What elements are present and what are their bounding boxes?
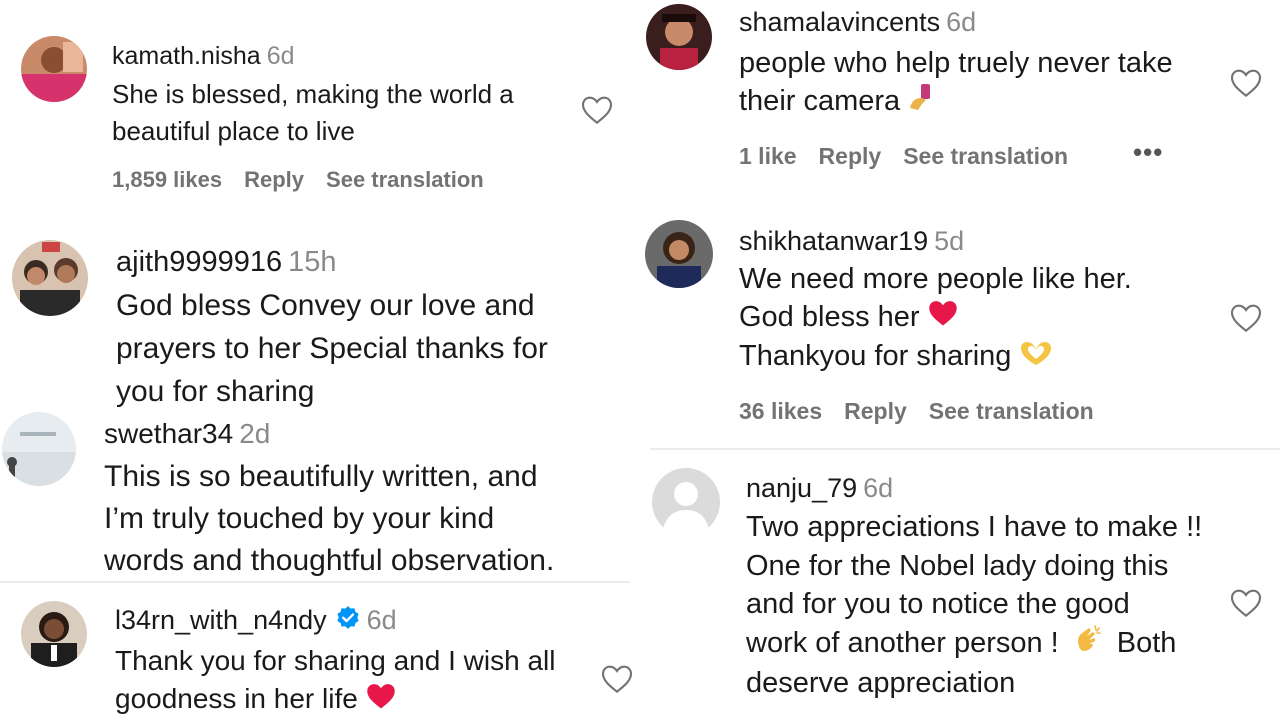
timestamp: 6d <box>863 473 894 503</box>
avatar[interactable] <box>652 468 720 536</box>
timestamp: 6d <box>946 7 977 37</box>
comment-line: Both <box>1116 626 1177 659</box>
comment-text: She is blessed, making the world a beaut… <box>112 76 514 150</box>
likes-count[interactable]: 1 like <box>739 143 797 169</box>
comment-header: ajith9999916 15h <box>116 246 337 279</box>
comment-meta: 1 like Reply See translation <box>739 143 1090 170</box>
username[interactable]: ajith9999916 <box>116 246 282 278</box>
comment-line: prayers to her Special thanks for <box>116 332 548 365</box>
comment-line: One for the Nobel lady doing this <box>746 549 1169 582</box>
heart-icon[interactable] <box>1230 68 1262 98</box>
comment-line: deserve appreciation <box>746 667 1016 700</box>
reply-button[interactable]: Reply <box>819 143 882 169</box>
heart-icon[interactable] <box>1230 588 1262 618</box>
timestamp: 6d <box>366 605 397 635</box>
comment-header: kamath.nisha 6d <box>112 42 295 71</box>
username[interactable]: l34rn_with_n4ndy <box>115 605 327 635</box>
see-translation-link[interactable]: See translation <box>929 398 1094 424</box>
comment-text: people who help truely never take their … <box>739 44 1173 122</box>
comment-text: We need more people like her. God bless … <box>739 260 1132 377</box>
comment-line: We need more people like her. <box>739 263 1132 295</box>
heart-icon[interactable] <box>581 95 613 125</box>
comment-line: and for you to notice the good <box>746 588 1130 620</box>
red-heart-emoji <box>366 682 396 720</box>
comment-line: goodness in her life <box>115 683 358 714</box>
red-heart-emoji <box>928 299 958 337</box>
comment-text: Two appreciations I have to make !! One … <box>746 508 1202 703</box>
comment-meta: 36 likes Reply See translation <box>739 398 1116 425</box>
comment-text: God bless Convey our love and prayers to… <box>116 284 548 413</box>
comment-line: you for sharing <box>116 375 315 408</box>
see-translation-link[interactable]: See translation <box>903 143 1068 169</box>
comment-text: This is so beautifully written, and I’m … <box>104 456 554 582</box>
avatar[interactable] <box>12 240 88 316</box>
reply-button[interactable]: Reply <box>244 167 304 192</box>
username[interactable]: shikhatanwar19 <box>739 226 928 256</box>
comment-line: Thank you for sharing and I wish all <box>115 645 556 676</box>
avatar[interactable] <box>21 36 87 102</box>
comment-line: This is so beautifully written, and <box>104 460 538 493</box>
divider <box>0 581 630 583</box>
username[interactable]: nanju_79 <box>746 473 857 503</box>
likes-count[interactable]: 1,859 likes <box>112 167 222 192</box>
username[interactable]: kamath.nisha <box>112 42 261 70</box>
comment-line: words and thoughtful observation. <box>104 544 555 577</box>
comment-header: swethar34 2d <box>104 418 270 450</box>
comment-header: l34rn_with_n4ndy 6d <box>115 605 397 638</box>
more-options-icon[interactable]: ••• <box>1133 137 1163 168</box>
comment-line: I’m truly touched by your kind <box>104 502 495 535</box>
divider <box>650 448 1280 450</box>
comment-line: Two appreciations I have to make !! <box>746 511 1203 543</box>
comment-line: God bless her <box>739 301 920 333</box>
comment-line: Thankyou for sharing <box>739 340 1012 373</box>
heart-hands-emoji <box>1019 339 1053 377</box>
username[interactable]: shamalavincents <box>739 7 940 37</box>
comment-header: shamalavincents 6d <box>739 7 976 38</box>
clapping-hands-emoji <box>1073 624 1103 665</box>
comment-header: shikhatanwar19 5d <box>739 226 964 257</box>
comment-line: God bless Convey our love and <box>116 289 535 322</box>
see-translation-link[interactable]: See translation <box>326 167 484 192</box>
timestamp: 5d <box>934 226 965 256</box>
selfie-hand-emoji <box>908 82 934 122</box>
username[interactable]: swethar34 <box>104 418 233 449</box>
comment-meta: 1,859 likes Reply See translation <box>112 167 506 193</box>
heart-icon[interactable] <box>601 664 633 694</box>
comment-line: beautiful place to live <box>112 116 355 146</box>
avatar[interactable] <box>646 4 712 70</box>
avatar[interactable] <box>2 412 76 486</box>
heart-icon[interactable] <box>1230 303 1262 333</box>
timestamp: 2d <box>239 418 271 449</box>
avatar[interactable] <box>21 601 87 667</box>
timestamp: 6d <box>266 42 295 70</box>
timestamp: 15h <box>288 246 337 278</box>
avatar[interactable] <box>645 220 713 288</box>
comment-header: nanju_79 6d <box>746 473 893 504</box>
likes-count[interactable]: 36 likes <box>739 398 822 424</box>
comment-line: She is blessed, making the world a <box>112 79 514 109</box>
comment-text: Thank you for sharing and I wish all goo… <box>115 642 555 720</box>
reply-button[interactable]: Reply <box>844 398 907 424</box>
comment-line: people who help truely never take <box>739 47 1173 79</box>
comment-line: their camera <box>739 85 901 117</box>
verified-badge-icon <box>335 605 361 638</box>
comment-line: work of another person ! <box>746 626 1059 659</box>
